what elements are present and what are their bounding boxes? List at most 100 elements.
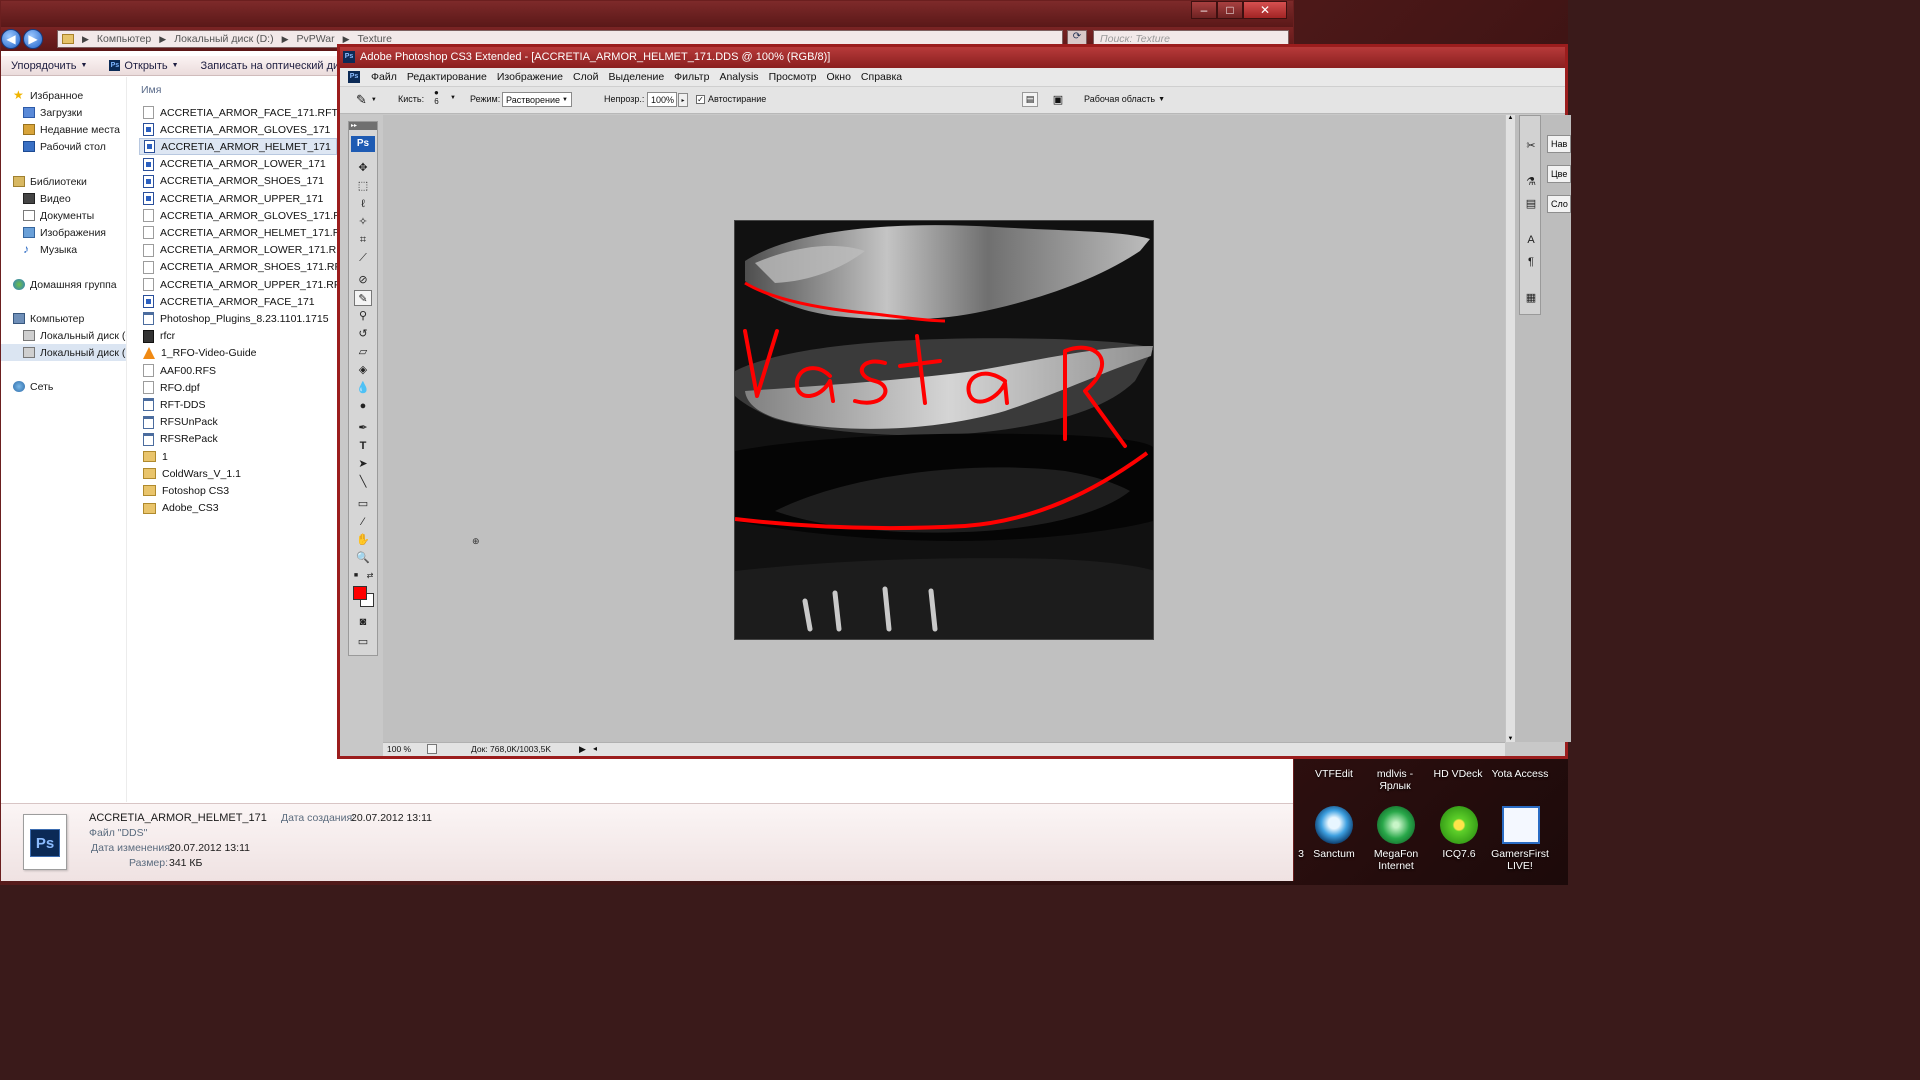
desktop-icon-label[interactable]: MegaFon Internet	[1368, 848, 1424, 872]
photoshop-titlebar[interactable]: Ps Adobe Photoshop CS3 Extended - [ACCRE…	[340, 47, 1565, 68]
file-row[interactable]: ColdWars_V_1.1	[139, 465, 337, 482]
nav-homegroup[interactable]: Домашняя группа	[13, 276, 117, 293]
zoom-tool-icon[interactable]: 🔍	[354, 550, 372, 566]
nav-computer[interactable]: Компьютер	[13, 310, 84, 327]
swap-colors-icon[interactable]: ⇄	[365, 568, 375, 584]
file-row[interactable]: RFSUnPack	[139, 414, 337, 431]
lasso-tool-icon[interactable]: ℓ	[354, 196, 372, 212]
document-canvas[interactable]	[734, 220, 1154, 640]
layer-comps-icon[interactable]: ▦	[1523, 290, 1539, 306]
hand-tool-icon[interactable]: ✋	[354, 532, 372, 548]
nav-disk-c[interactable]: Локальный диск (C	[23, 327, 126, 344]
nav-desktop[interactable]: Рабочий стол	[23, 138, 106, 155]
file-row[interactable]: ACCRETIA_ARMOR_FACE_171	[139, 293, 337, 310]
tools-preset-icon[interactable]: ✂	[1523, 138, 1539, 154]
paragraph-panel-icon[interactable]: ¶	[1523, 254, 1539, 270]
crop-tool-icon[interactable]: ⌗	[354, 232, 372, 248]
breadcrumb-item[interactable]: Компьютер	[97, 33, 151, 45]
default-colors-icon[interactable]: ■	[351, 568, 361, 584]
character-panel-icon[interactable]: A	[1523, 232, 1539, 248]
canvas-area[interactable]: ⊕	[383, 115, 1505, 742]
desktop-icon-label[interactable]: VTFEdit	[1310, 768, 1358, 780]
desktop-icon-label[interactable]: Sanctum	[1306, 848, 1362, 860]
file-row[interactable]: ACCRETIA_ARMOR_UPPER_171.RFT	[139, 276, 347, 293]
icq-flower-icon[interactable]	[1440, 806, 1478, 844]
quick-mask-icon[interactable]: ◙	[354, 614, 372, 630]
close-button[interactable]: ✕	[1243, 1, 1287, 19]
workspace-menu[interactable]: Рабочая область ▼	[1084, 94, 1165, 104]
back-icon[interactable]: ◀	[1, 29, 21, 49]
blur-tool-icon[interactable]: 💧	[354, 380, 372, 396]
file-row[interactable]: Photoshop_Plugins_8.23.1101.1715	[139, 310, 337, 327]
vertical-scrollbar[interactable]: ▲ ▼	[1505, 115, 1515, 742]
file-row[interactable]: Adobe_CS3	[139, 500, 337, 517]
nav-video[interactable]: Видео	[23, 190, 71, 207]
breadcrumb-item[interactable]: Локальный диск (D:)	[174, 33, 273, 45]
file-row[interactable]: ACCRETIA_ARMOR_UPPER_171	[139, 190, 337, 207]
move-tool-icon[interactable]: ✥	[354, 160, 372, 176]
healing-brush-tool-icon[interactable]: ⊘	[354, 272, 372, 288]
file-row[interactable]: ACCRETIA_ARMOR_SHOES_171.RFT	[139, 259, 347, 276]
chevron-down-icon[interactable]: ▼	[450, 95, 456, 101]
nav-disk-d[interactable]: Локальный диск (D	[1, 344, 126, 361]
path-selection-tool-icon[interactable]: ➤	[354, 456, 372, 472]
menu-item[interactable]: Фильтр	[669, 71, 714, 83]
palette-toggle-icon[interactable]: ▤	[1022, 92, 1038, 107]
foreground-color-swatch[interactable]	[353, 586, 367, 600]
photoshop-logo[interactable]: Ps	[351, 136, 375, 152]
file-row[interactable]: RFSRePack	[139, 431, 337, 448]
desktop-icon-label[interactable]: ICQ7.6	[1432, 848, 1486, 860]
nav-network[interactable]: Сеть	[13, 378, 53, 395]
clone-stamp-tool-icon[interactable]: ⚲	[354, 308, 372, 324]
slice-tool-icon[interactable]: ⟋	[354, 250, 372, 266]
breadcrumb-item[interactable]: PvPWar	[297, 33, 335, 45]
column-header-name[interactable]: Имя	[141, 84, 161, 96]
eyedropper-tool-icon[interactable]: ⁄	[354, 514, 372, 530]
file-row[interactable]: 1	[139, 448, 337, 465]
screen-mode-icon[interactable]: ▭	[354, 634, 372, 650]
status-info-icon[interactable]	[427, 744, 437, 754]
sanctum-icon[interactable]	[1315, 806, 1353, 844]
layers-panel-tab[interactable]: Сло	[1547, 195, 1571, 213]
file-row[interactable]: ACCRETIA_ARMOR_GLOVES_171	[139, 121, 337, 138]
nav-documents[interactable]: Документы	[23, 207, 94, 224]
maximize-button[interactable]: □	[1217, 1, 1243, 19]
marquee-tool-icon[interactable]: ⬚	[354, 178, 372, 194]
navigator-panel-tab[interactable]: Нав	[1547, 135, 1571, 153]
file-row[interactable]: ACCRETIA_ARMOR_GLOVES_171.RFT	[139, 207, 354, 224]
nav-favorites[interactable]: ★ Избранное	[13, 87, 83, 104]
open-button[interactable]: Ps Открыть ▼	[109, 60, 179, 72]
file-row[interactable]: ACCRETIA_ARMOR_LOWER_171.RFT	[139, 242, 349, 259]
pen-tool-icon[interactable]: ✒	[354, 420, 372, 436]
notes-tool-icon[interactable]: ▭	[354, 496, 372, 512]
opacity-input[interactable]: 100%	[647, 92, 677, 107]
eraser-tool-icon[interactable]: ▱	[354, 344, 372, 360]
nav-libraries[interactable]: Библиотеки	[13, 173, 87, 190]
menu-item[interactable]: Изображение	[492, 71, 568, 83]
history-brush-tool-icon[interactable]: ↺	[354, 326, 372, 342]
paint-bucket-tool-icon[interactable]: ◈	[354, 362, 372, 378]
file-row[interactable]: rfcr	[139, 328, 337, 345]
file-row[interactable]: ACCRETIA_ARMOR_HELMET_171	[139, 138, 337, 156]
desktop-icon-label[interactable]: GamersFirst LIVE!	[1490, 848, 1550, 872]
menu-item[interactable]: Просмотр	[764, 71, 822, 83]
menu-item[interactable]: Выделение	[604, 71, 670, 83]
scroll-left-icon[interactable]: ◂	[593, 744, 597, 753]
file-row[interactable]: AAF00.RFS	[139, 362, 337, 379]
forward-icon[interactable]: ▶	[23, 29, 43, 49]
clone-source-icon[interactable]: ▤	[1523, 196, 1539, 212]
menu-item[interactable]: Слой	[568, 71, 604, 83]
magic-wand-tool-icon[interactable]: ✧	[354, 214, 372, 230]
menu-item[interactable]: Файл	[366, 71, 402, 83]
scroll-up-icon[interactable]: ▲	[1506, 115, 1515, 121]
megafon-internet-icon[interactable]	[1377, 806, 1415, 844]
brush-preset-picker[interactable]: ✎ ▼	[356, 92, 377, 108]
file-row[interactable]: ACCRETIA_ARMOR_SHOES_171	[139, 173, 337, 190]
nav-recent[interactable]: Недавние места	[23, 121, 120, 138]
dodge-tool-icon[interactable]: ●	[354, 398, 372, 414]
opacity-slider-button[interactable]: ▸	[678, 93, 688, 107]
file-row[interactable]: RFO.dpf	[139, 379, 337, 396]
file-row[interactable]: ACCRETIA_ARMOR_FACE_171.RFT	[139, 104, 338, 121]
bridge-icon[interactable]: ▣	[1048, 92, 1068, 107]
desktop-icon-label[interactable]: HD VDeck	[1430, 768, 1486, 780]
